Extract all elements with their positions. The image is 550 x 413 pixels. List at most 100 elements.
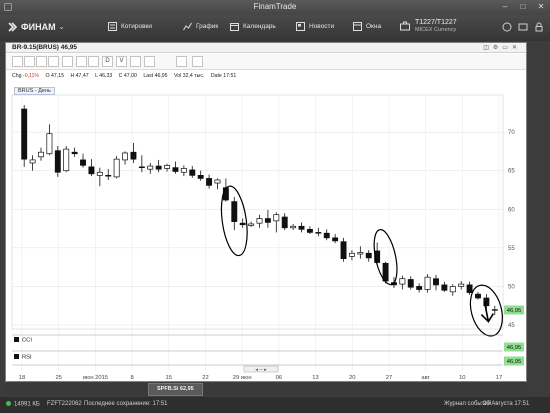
- candle: [424, 274, 431, 293]
- x-tick-label: 25: [55, 375, 61, 381]
- candle-body: [399, 278, 406, 285]
- last-price-badge: 46,95: [504, 305, 524, 315]
- settings-icon[interactable]: ⚙: [493, 45, 502, 51]
- news-button[interactable]: Новости: [296, 22, 334, 31]
- x-tick-label: 8: [130, 375, 133, 381]
- candle-body: [458, 283, 465, 287]
- windows-button[interactable]: Окна: [353, 22, 381, 31]
- candle: [340, 237, 347, 262]
- y-tick-label: 45: [508, 323, 515, 329]
- candle-body: [441, 284, 448, 291]
- close-icon[interactable]: ✕: [512, 45, 521, 51]
- candlestick-chart[interactable]: 45 50 55 60 65 70 46,95 46,95 46,95 18 25 июн 2015…: [6, 85, 526, 383]
- lines-icon[interactable]: [88, 56, 99, 67]
- news-icon: [296, 22, 305, 31]
- y-tick-label: 60: [508, 207, 515, 213]
- candle-body: [180, 168, 187, 173]
- ohlc-high: H 47,47: [70, 73, 89, 79]
- candle-body: [71, 151, 78, 155]
- candle-body: [248, 223, 255, 226]
- y-tick-label: 65: [508, 169, 515, 175]
- chevron-down-icon: ⌄: [58, 24, 65, 31]
- candle-body: [340, 241, 347, 260]
- save-icon[interactable]: [48, 56, 59, 67]
- y-tick-label: 70: [508, 130, 515, 136]
- chart-toolbar: DV: [6, 54, 526, 70]
- close-icon[interactable]: ✕: [536, 2, 546, 12]
- cci-label: CCI: [22, 338, 32, 344]
- candle-body: [138, 166, 145, 169]
- candle-body: [315, 232, 322, 234]
- candle-body: [222, 187, 229, 201]
- candle: [54, 146, 61, 177]
- open-icon[interactable]: [24, 56, 35, 67]
- zoom-fit-icon[interactable]: [176, 56, 187, 67]
- calendar-icon: [230, 23, 239, 31]
- message-icon[interactable]: [518, 22, 528, 32]
- rsi-label-icon: [14, 354, 19, 359]
- chart-grid: [11, 94, 504, 371]
- last-saved: Последнее сохранение: 17:51: [84, 401, 168, 407]
- rsi-badge: 46,95: [504, 356, 524, 366]
- candle-body: [206, 178, 213, 186]
- calendar-button[interactable]: Календарь: [230, 22, 276, 31]
- lock-icon[interactable]: [534, 22, 544, 32]
- status-datetime: 20 Августа 17:51: [483, 401, 530, 407]
- candle-body: [29, 159, 36, 164]
- window-tabs: SPFB.Si 62,95: [5, 383, 527, 396]
- bar-chart-icon[interactable]: [62, 56, 73, 67]
- toolbar-right-icons: [502, 22, 544, 32]
- crosshair-icon[interactable]: [144, 56, 155, 67]
- candle-body: [348, 252, 355, 257]
- candle-body: [407, 279, 414, 288]
- candle-body: [80, 159, 86, 166]
- candle-body: [172, 167, 179, 172]
- candle-body: [189, 169, 196, 176]
- quotes-label: Котировки: [121, 23, 153, 30]
- pointer-icon[interactable]: [192, 56, 203, 67]
- account-selector[interactable]: T1227/T1227 MICEX Currency: [415, 19, 457, 33]
- new-chart-icon[interactable]: [12, 56, 23, 67]
- help-icon[interactable]: [502, 22, 512, 32]
- chart-label: График: [196, 23, 219, 30]
- scrollbar-arrows-icon: ◂ ─ ▸: [255, 367, 267, 373]
- y-axis-ticks: 45 50 55 60 65 70 46,95 46,95 46,95: [504, 130, 524, 366]
- y-tick-label: 55: [508, 246, 515, 252]
- draw-v-icon[interactable]: V: [116, 56, 127, 67]
- memory-status: 14991 КБ: [6, 401, 40, 408]
- candle-body: [130, 151, 137, 160]
- cci-label-icon: [14, 337, 19, 342]
- draw-d-icon[interactable]: D: [102, 56, 113, 67]
- indicator-icon[interactable]: [76, 56, 87, 67]
- instrument-tag[interactable]: BRUS - День: [14, 87, 55, 95]
- candle-body: [382, 262, 389, 282]
- x-axis-ticks: 18 25 июн 2015 8 15 22 29 июн 06 13 20 27 авг 10 17: [19, 375, 502, 381]
- settings-icon[interactable]: [36, 56, 47, 67]
- pin-icon[interactable]: ◫: [483, 45, 493, 51]
- candle-body: [105, 174, 112, 177]
- candle-body: [433, 278, 439, 286]
- chart-window-controls: ◫⚙▭✕: [483, 44, 521, 51]
- chart-button[interactable]: График: [183, 22, 218, 31]
- ohlc-open: O 47,15: [45, 73, 64, 79]
- minimize-icon[interactable]: –: [500, 2, 510, 12]
- maximize-icon[interactable]: □: [518, 2, 528, 12]
- news-label: Новости: [309, 23, 335, 30]
- indicator-panels: CCI RSI ◂ ─ ▸: [12, 334, 503, 373]
- candle-body: [281, 216, 288, 229]
- account-market: MICEX Currency: [415, 27, 457, 33]
- candle-body: [63, 148, 70, 172]
- candle-body: [332, 237, 339, 242]
- windows-label: Окна: [366, 23, 382, 30]
- more-icon[interactable]: [130, 56, 141, 67]
- candle-body: [231, 201, 238, 222]
- candle-body: [424, 276, 431, 290]
- ohlc-readout: Chg -0,11% O 47,15 H 47,47 L 46,33 C 47,…: [12, 73, 241, 79]
- window-tab[interactable]: SPFB.Si 62,95: [148, 383, 203, 396]
- x-tick-label: 13: [312, 375, 318, 381]
- x-tick-label: 27: [386, 375, 392, 381]
- restore-icon[interactable]: ▭: [502, 45, 512, 51]
- quotes-button[interactable]: Котировки: [108, 22, 152, 31]
- finam-logo[interactable]: ФИНАМ ⌄: [8, 22, 65, 32]
- ohlc-vol: Vol 32,4 тыс.: [174, 73, 205, 79]
